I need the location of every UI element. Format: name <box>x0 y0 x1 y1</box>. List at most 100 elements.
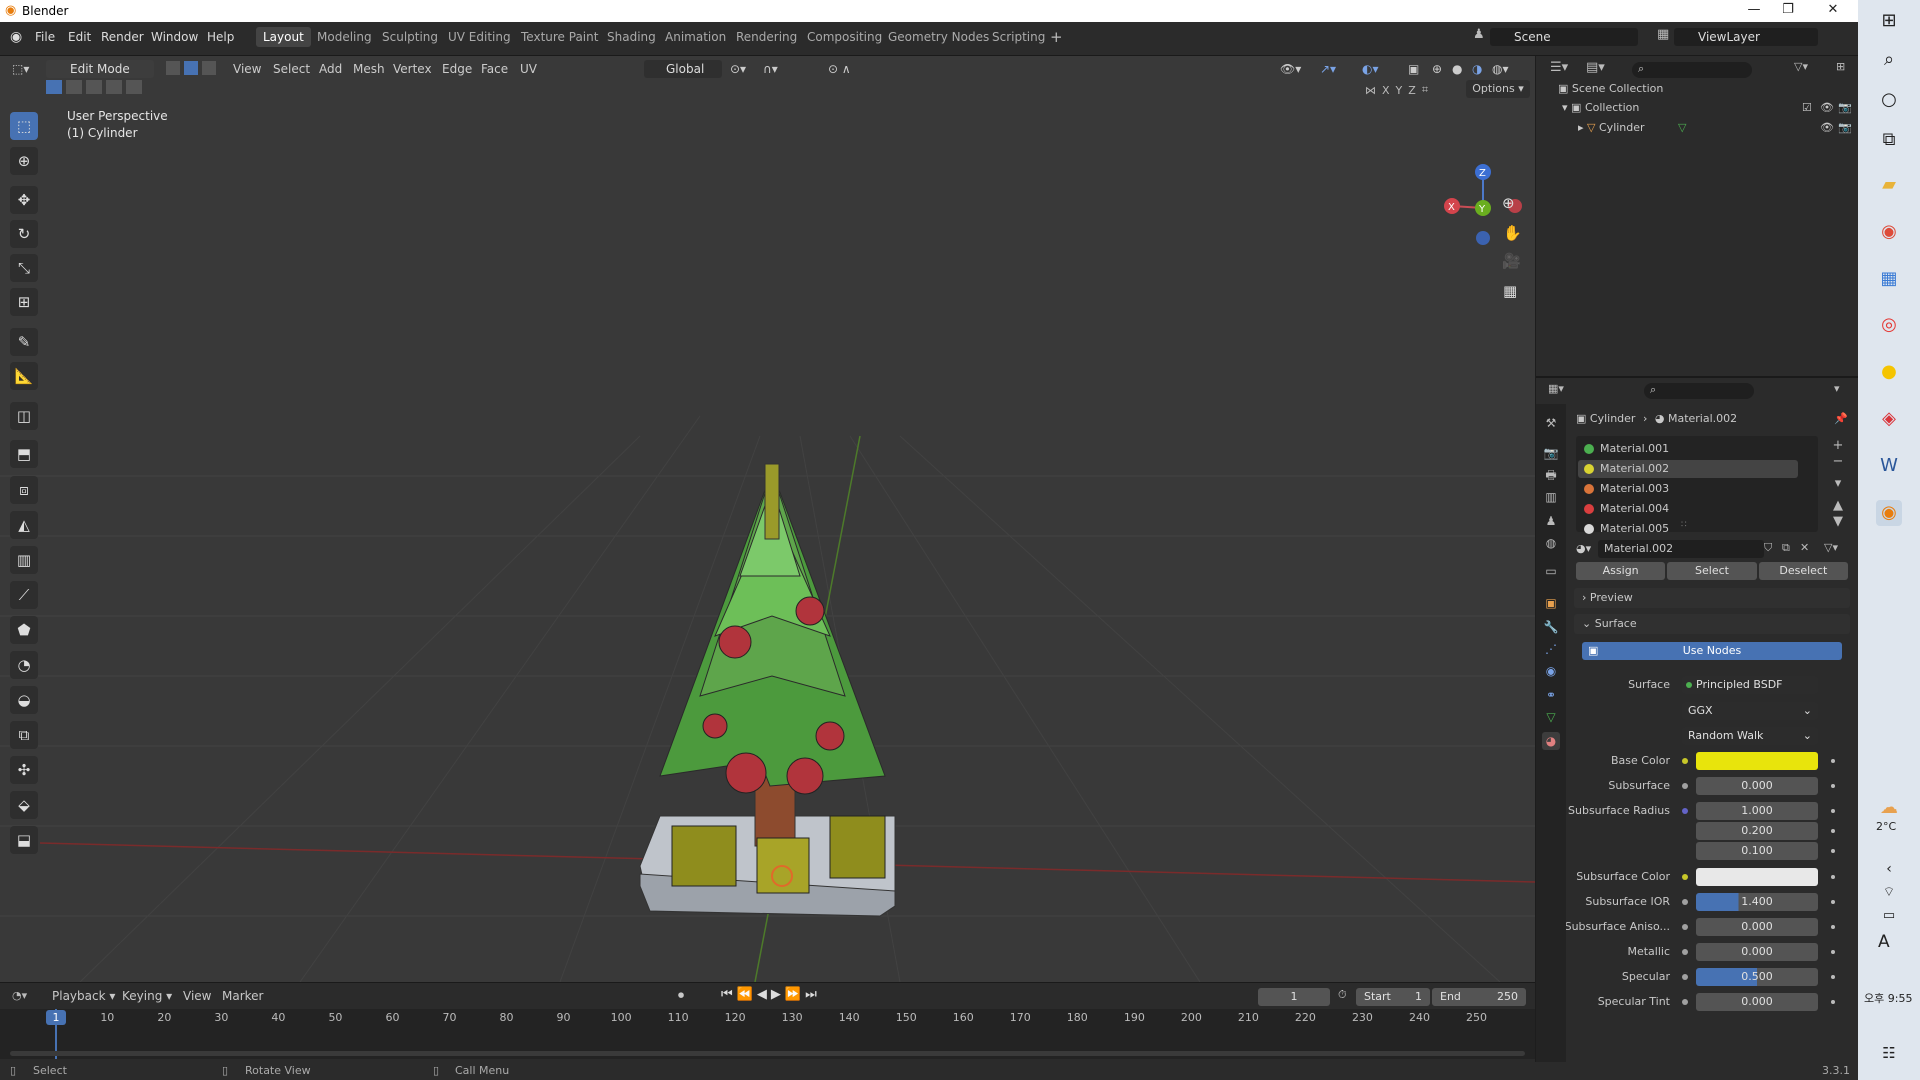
bsdf-property-field[interactable]: 0.000 <box>1696 943 1818 961</box>
spin-tool-icon[interactable]: ◔ <box>10 651 38 679</box>
collection-tab-icon[interactable]: ▭ <box>1542 562 1560 580</box>
view-layer-tab-icon[interactable]: ▥ <box>1542 488 1560 506</box>
preview-panel-header[interactable]: › Preview <box>1574 588 1850 608</box>
prev-keyframe-icon[interactable]: ⏪ <box>737 987 757 1002</box>
app-pin-icon[interactable]: ◈ <box>1876 406 1902 432</box>
bsdf-property-field[interactable]: 0.000 <box>1696 918 1818 936</box>
display-mode-icon[interactable]: ▤▾ <box>1586 60 1605 75</box>
viewport-menu-mesh[interactable]: Mesh <box>353 60 385 78</box>
view-layer-icon[interactable]: ▦ <box>1657 27 1669 42</box>
timeline-menu-view[interactable]: View <box>183 989 211 1003</box>
menu-file[interactable]: File <box>35 30 55 44</box>
tab-rendering[interactable]: Rendering <box>729 27 804 47</box>
viewport-menu-add[interactable]: Add <box>319 60 342 78</box>
gizmo-icon[interactable]: ↗▾ <box>1320 60 1336 78</box>
cursor-tool-icon[interactable]: ⊕ <box>10 147 38 175</box>
data-tab-icon[interactable]: ▽ <box>1542 708 1560 726</box>
mesh-data-icon[interactable]: ▽ <box>1678 121 1686 134</box>
keyframe-dot-icon[interactable] <box>1831 784 1835 788</box>
select-extend-icon[interactable] <box>66 80 82 94</box>
bsdf-property-field[interactable]: 1.400 <box>1696 893 1818 911</box>
collection-camera-icon[interactable]: 📷 <box>1838 101 1852 114</box>
record-icon[interactable]: ⏺ <box>678 988 684 1003</box>
scene-icon[interactable]: ♟ <box>1473 27 1485 42</box>
slot-specials-button[interactable]: ▾ <box>1828 476 1848 492</box>
modifier-tab-icon[interactable]: 🔧 <box>1542 618 1560 636</box>
distribution-dropdown[interactable]: GGX ⌄ <box>1682 702 1818 720</box>
smooth-tool-icon[interactable]: ◒ <box>10 686 38 714</box>
keyframe-dot-icon[interactable] <box>1831 829 1835 833</box>
move-tool-icon[interactable]: ✥ <box>10 186 38 214</box>
jump-start-icon[interactable]: ⏮ <box>721 987 737 1002</box>
tab-animation[interactable]: Animation <box>658 27 733 47</box>
gizmo-neg-z-axis[interactable] <box>1476 231 1490 245</box>
edge-select-icon[interactable] <box>184 61 198 75</box>
menu-render[interactable]: Render <box>101 30 144 44</box>
maximize-button[interactable]: ❐ <box>1768 2 1808 17</box>
word-icon[interactable]: W <box>1876 453 1902 479</box>
keyframe-dot-icon[interactable] <box>1831 925 1835 929</box>
ime-indicator[interactable]: A <box>1878 932 1890 952</box>
keyframe-dot-icon[interactable] <box>1831 950 1835 954</box>
app-red-icon[interactable]: ◎ <box>1876 312 1902 338</box>
use-nodes-button[interactable]: ▣ Use Nodes <box>1582 642 1842 660</box>
annotate-tool-icon[interactable]: ✎ <box>10 328 38 356</box>
bsdf-property-field[interactable]: 0.200 <box>1696 822 1818 840</box>
camera-view-icon[interactable]: 🎥 <box>1502 252 1521 270</box>
zoom-icon[interactable]: ⊕ <box>1502 194 1515 212</box>
tab-sculpting[interactable]: Sculpting <box>375 27 445 47</box>
calculator-icon[interactable]: ▦ <box>1876 266 1902 292</box>
tab-geometry-nodes[interactable]: Geometry Nodes <box>881 27 996 47</box>
close-button[interactable]: ✕ <box>1813 2 1853 17</box>
timeline-scrollbar[interactable] <box>10 1051 1525 1056</box>
display-icon[interactable]: ▭ <box>1876 903 1902 929</box>
mirror-icon[interactable]: ⋈ <box>1365 84 1376 97</box>
pin-icon[interactable]: 📌 <box>1834 412 1848 425</box>
keyframe-dot-icon[interactable] <box>1831 759 1835 763</box>
blender-menu-icon[interactable]: ◉ <box>10 29 22 45</box>
world-tab-icon[interactable]: ◍ <box>1542 534 1560 552</box>
shading-rendered-icon[interactable]: ◍▾ <box>1492 60 1509 78</box>
fake-user-icon[interactable]: ⛉ <box>1764 541 1772 555</box>
physics-tab-icon[interactable]: ◉ <box>1542 662 1560 680</box>
deselect-button[interactable]: Deselect <box>1758 562 1848 580</box>
current-frame-field[interactable]: 1 <box>1258 988 1330 1006</box>
properties-search-input[interactable]: ⌕ <box>1644 383 1754 399</box>
view-layer-selector[interactable]: ViewLayer <box>1674 28 1818 46</box>
viewport-menu-vertex[interactable]: Vertex <box>393 60 432 78</box>
timeline-menu-keying[interactable]: Keying ▾ <box>122 989 172 1003</box>
collection-eye-icon[interactable]: 👁 <box>1820 101 1834 114</box>
surface-panel-header[interactable]: ⌄ Surface <box>1574 614 1850 634</box>
transform-tool-icon[interactable]: ⊞ <box>10 288 38 316</box>
timeline-area[interactable]: 10 20 30 40 50 60 70 80 90 100 110 120 130 140 150 160 1… <box>0 1009 1535 1059</box>
unlink-material-icon[interactable]: ✕ <box>1800 541 1809 554</box>
properties-options-icon[interactable]: ▾ <box>1834 382 1840 395</box>
keyframe-dot-icon[interactable] <box>1831 1000 1835 1004</box>
exclude-checkbox[interactable]: ☑ <box>1802 101 1812 114</box>
3d-viewport[interactable]: ⬚▾ Edit Mode View Select Add Mesh Vertex… <box>0 56 1535 982</box>
play-icon[interactable]: ▶ <box>771 987 785 1002</box>
render-tab-icon[interactable]: 📷 <box>1542 444 1560 462</box>
mirror-y-toggle[interactable]: Y <box>1396 84 1403 97</box>
bsdf-property-field[interactable] <box>1696 868 1818 886</box>
blender-taskbar-icon[interactable]: ◉ <box>1876 500 1902 526</box>
mirror-z-toggle[interactable]: Z <box>1408 84 1416 97</box>
shading-wireframe-icon[interactable]: ⊕ <box>1432 60 1442 78</box>
start-frame-field[interactable]: Start 1 <box>1356 988 1430 1006</box>
pan-hand-icon[interactable]: ✋ <box>1503 224 1522 242</box>
keyframe-dot-icon[interactable] <box>1831 975 1835 979</box>
tab-compositing[interactable]: Compositing <box>800 27 889 47</box>
outliner-row-scene-collection[interactable]: ▣ Scene Collection <box>1558 82 1663 95</box>
shear-tool-icon[interactable]: ⬙ <box>10 791 38 819</box>
add-slot-button[interactable]: + <box>1828 438 1848 454</box>
bsdf-property-field[interactable]: 0.100 <box>1696 842 1818 860</box>
material-slot-item[interactable]: Material.002 <box>1578 460 1798 478</box>
snap-icon[interactable]: ∩▾ <box>763 60 778 78</box>
end-frame-field[interactable]: End 250 <box>1432 988 1526 1006</box>
rotate-tool-icon[interactable]: ↻ <box>10 220 38 248</box>
scale-tool-icon[interactable]: ⤡ <box>10 254 38 282</box>
bsdf-property-field[interactable]: 0.000 <box>1696 993 1818 1011</box>
subsurface-method-dropdown[interactable]: Random Walk ⌄ <box>1682 727 1818 745</box>
keyframe-dot-icon[interactable] <box>1831 809 1835 813</box>
bsdf-property-field[interactable]: 0.500 <box>1696 968 1818 986</box>
